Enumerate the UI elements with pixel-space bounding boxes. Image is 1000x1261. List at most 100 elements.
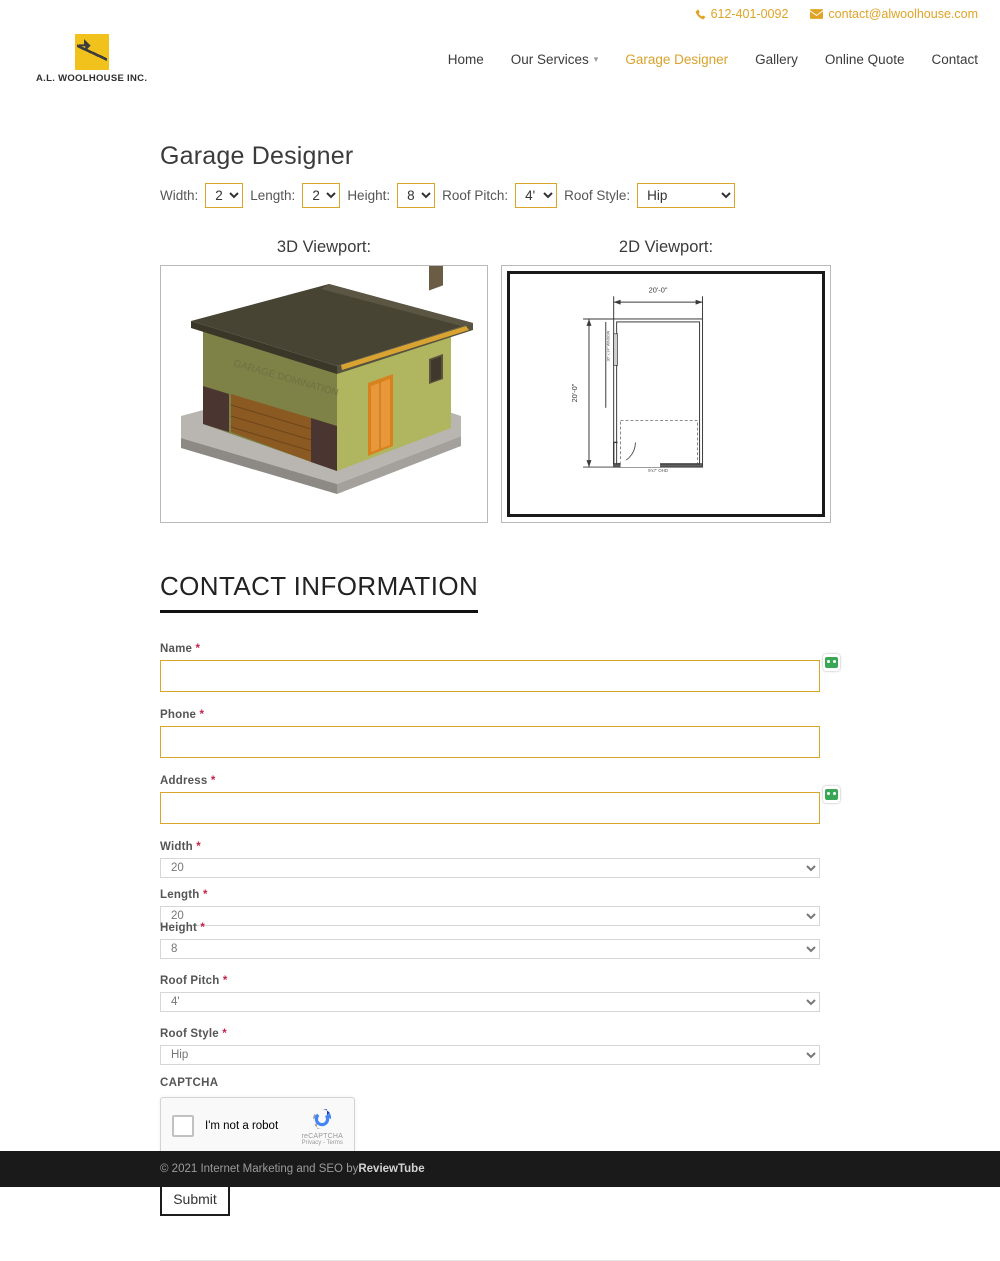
page-title: Garage Designer <box>160 142 354 170</box>
nav-item-gallery[interactable]: Gallery <box>755 52 798 67</box>
form-width-label: Width * <box>160 841 820 853</box>
form-roof-style-label: Roof Style * <box>160 1028 820 1040</box>
required-asterisk: * <box>196 841 201 853</box>
label-text: Address <box>160 775 208 787</box>
recaptcha-brand-name: reCAPTCHA <box>301 1133 343 1140</box>
form-roof-style-select[interactable]: HipGableGambrel <box>160 1045 820 1065</box>
length-select[interactable]: 202224262830 <box>302 183 341 208</box>
name-input[interactable] <box>160 660 820 692</box>
phone-link[interactable]: 612-401-0092 <box>695 7 789 21</box>
height-control-label: Height: <box>347 188 391 203</box>
viewports: 3D Viewport: GARAGE DOMINATION 2D Viewpo… <box>160 238 840 523</box>
required-asterisk: * <box>222 975 228 987</box>
form-width-select[interactable]: 202224262830 <box>160 858 820 878</box>
nav-item-home[interactable]: Home <box>448 52 484 67</box>
required-asterisk: * <box>200 922 206 934</box>
label-text: Length <box>160 889 200 901</box>
nav-item-garage-designer[interactable]: Garage Designer <box>625 52 728 67</box>
phone-input[interactable] <box>160 726 820 758</box>
label-text: Roof Style <box>160 1028 219 1040</box>
recaptcha-terms[interactable]: Privacy - Terms <box>302 1140 343 1146</box>
height-select[interactable]: 891012 <box>397 183 436 208</box>
main-content: Garage Designer Width: 202224262830 Leng… <box>160 142 840 1216</box>
required-asterisk: * <box>199 709 205 721</box>
site-footer: © 2021 Internet Marketing and SEO by Rev… <box>0 1151 1000 1187</box>
name-field-label: Name * <box>160 643 820 655</box>
viewport-2d-title: 2D Viewport: <box>618 238 714 256</box>
contact-section-heading: CONTACT INFORMATION <box>160 571 479 613</box>
roof-style-control-label: Roof Style: <box>564 188 631 203</box>
nav-label: Online Quote <box>824 51 905 67</box>
contact-form: Name * Phone * Address * Width * 20 Leng… <box>160 643 840 1216</box>
main-navigation: Home Our Services ▾ Garage Designer Gall… <box>448 52 978 67</box>
nav-label: Garage Designer <box>625 51 729 67</box>
form-roof-pitch-label: Roof Pitch * <box>160 975 820 987</box>
recaptcha-checkbox[interactable] <box>172 1115 194 1137</box>
overhead-door-label: 9'x7' OHD <box>648 468 668 473</box>
email-link[interactable]: contact@alwoolhouse.com <box>810 7 978 21</box>
recaptcha-logo-icon <box>309 1106 335 1132</box>
viewport-3d-column: 3D Viewport: GARAGE DOMINATION <box>160 238 488 523</box>
nav-item-online-quote[interactable]: Online Quote <box>825 52 905 67</box>
envelope-icon <box>810 9 824 19</box>
viewport-2d-column: 2D Viewport: 36" x 24" WINDOW 20'-0" 20'… <box>501 238 831 523</box>
viewport-2d-frame: 36" x 24" WINDOW 20'-0" 20'-0" 9'x7' OHD <box>501 265 831 523</box>
logo-mark-icon <box>74 34 109 70</box>
required-asterisk: * <box>195 643 201 655</box>
form-height-select[interactable]: 891012 <box>160 939 820 959</box>
address-input[interactable] <box>160 792 820 824</box>
autofill-badge-name[interactable] <box>823 654 840 671</box>
roof-style-select[interactable]: HipGableGambrel <box>637 183 736 208</box>
roof-pitch-control-label: Roof Pitch: <box>442 188 509 203</box>
nav-item-our-services[interactable]: Our Services ▾ <box>511 52 599 67</box>
captcha-label: CAPTCHA <box>160 1077 219 1089</box>
address-field-row <box>160 786 840 824</box>
logo[interactable]: A.L. WOOLHOUSE INC. <box>36 34 147 84</box>
width-control-label: Width: <box>160 188 199 203</box>
viewport-3d-title: 3D Viewport: <box>276 238 372 256</box>
designer-controls: Width: 202224262830 Length: 202224262830… <box>160 183 840 208</box>
required-asterisk: * <box>202 889 208 901</box>
label-text: Name <box>160 643 193 655</box>
form-height-label: Height * <box>160 922 820 934</box>
phone-number: 612-401-0092 <box>710 7 789 21</box>
recaptcha-brand: reCAPTCHA Privacy - Terms <box>302 1106 343 1146</box>
viewport-2d-canvas[interactable]: 36" x 24" WINDOW 20'-0" 20'-0" 9'x7' OHD <box>507 271 825 517</box>
recaptcha-widget[interactable]: I'm not a robot reCAPTCHA Privacy - Term… <box>160 1097 355 1155</box>
garage-2d-floorplan: 36" x 24" WINDOW 20'-0" 20'-0" 9'x7' OHD <box>510 274 822 514</box>
label-text: Height <box>160 922 197 934</box>
form-length-label: Length * <box>160 889 820 901</box>
form-roof-pitch-select[interactable]: 3'4'5'6' <box>160 992 820 1012</box>
site-header: A.L. WOOLHOUSE INC. Home Our Services ▾ … <box>0 28 1000 90</box>
autofill-robot-icon <box>825 657 838 668</box>
nav-label: Gallery <box>755 51 798 67</box>
name-field-row <box>160 654 840 692</box>
label-text: Width <box>160 841 193 853</box>
email-address: contact@alwoolhouse.com <box>828 7 978 21</box>
footer-brand-link[interactable]: ReviewTube <box>358 1163 424 1175</box>
phone-icon <box>695 9 706 20</box>
phone-field-label: Phone * <box>160 709 820 721</box>
logo-text: A.L. WOOLHOUSE INC. <box>36 73 148 84</box>
viewport-3d-canvas[interactable]: GARAGE DOMINATION <box>160 265 488 523</box>
required-asterisk: * <box>222 1028 227 1040</box>
nav-label: Contact <box>931 51 978 67</box>
label-text: Roof Pitch <box>160 975 220 987</box>
submit-button[interactable]: Submit <box>160 1182 230 1216</box>
nav-item-contact[interactable]: Contact <box>931 52 978 67</box>
length-control-label: Length: <box>250 188 296 203</box>
nav-label: Our Services <box>510 51 589 67</box>
required-asterisk: * <box>210 775 216 787</box>
autofill-badge-address[interactable] <box>823 786 840 803</box>
width-select[interactable]: 202224262830 <box>205 183 244 208</box>
chevron-down-icon: ▾ <box>593 53 599 64</box>
nav-label: Home <box>447 51 484 67</box>
autofill-robot-icon <box>825 789 838 800</box>
window-dimension-label: 36" x 24" WINDOW <box>607 330 611 361</box>
recaptcha-text: I'm not a robot <box>205 1120 279 1132</box>
address-field-label: Address * <box>160 775 820 787</box>
label-text: Phone <box>160 709 197 721</box>
plan-depth-dimension: 20'-0" <box>570 383 579 402</box>
roof-pitch-select[interactable]: 3'4'5'6' <box>515 183 558 208</box>
phone-field-row <box>160 726 820 758</box>
